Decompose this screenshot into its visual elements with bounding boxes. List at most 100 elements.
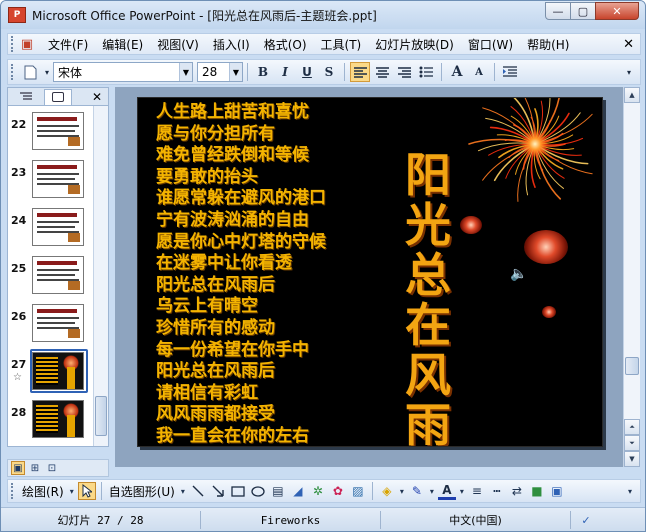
shadow-style-icon[interactable]: ■ (528, 482, 546, 500)
align-left-icon[interactable] (350, 62, 370, 82)
powerpoint-app-icon[interactable]: P (8, 7, 26, 23)
indent-icon[interactable] (500, 62, 520, 82)
status-spelling-icon[interactable]: ✓ (571, 511, 601, 529)
font-color-icon[interactable]: A (437, 482, 456, 500)
previous-slide-icon[interactable]: ⏶ (624, 419, 640, 435)
slide-thumbnail[interactable] (32, 352, 84, 390)
slides-tab-icon[interactable] (44, 88, 72, 105)
textbox-icon[interactable]: ▤ (269, 482, 287, 500)
menu-slideshow[interactable]: 幻灯片放映(D) (368, 36, 461, 53)
close-button[interactable]: ✕ (595, 2, 639, 20)
restore-button[interactable]: ▢ (570, 2, 596, 20)
menu-tools[interactable]: 工具(T) (314, 36, 369, 53)
align-center-icon[interactable] (372, 62, 392, 82)
toolbar-grip[interactable] (11, 36, 15, 52)
new-document-icon[interactable] (20, 62, 40, 82)
outline-tab-icon[interactable] (12, 89, 40, 105)
menu-view[interactable]: 视图(V) (150, 36, 206, 53)
3d-style-icon[interactable]: ▣ (548, 482, 566, 500)
slide-thumbnail-item[interactable]: 28 (8, 396, 94, 442)
toolbar-grip[interactable] (11, 64, 15, 80)
panel-close-button[interactable]: ✕ (92, 90, 102, 104)
slide-thumbnail-item[interactable]: 24 (8, 204, 94, 250)
oval-icon[interactable] (249, 482, 267, 500)
menu-file[interactable]: 文件(F) (41, 36, 95, 53)
rectangle-icon[interactable] (229, 482, 247, 500)
wordart-icon[interactable]: ◢ (289, 482, 307, 500)
menu-help[interactable]: 帮助(H) (520, 36, 576, 53)
sound-icon[interactable]: 🔈 (510, 266, 527, 282)
editor-scroll-thumb[interactable] (625, 357, 639, 375)
document-icon[interactable]: ▣ (19, 36, 35, 52)
slide-editor: 人生路上甜苦和喜忧 愿与你分担所有 难免曾经跌倒和等候 要勇敢的抬头 谁愿常躲在避风的港… (115, 87, 623, 467)
slide-sorter-view-icon[interactable]: ⊞ (28, 461, 42, 475)
poem-text[interactable]: 人生路上甜苦和喜忧 愿与你分担所有 难免曾经跌倒和等候 要勇敢的抬头 谁愿常躲在避风的港… (156, 102, 326, 446)
line-color-icon[interactable]: ✎ (408, 482, 426, 500)
slide-thumbnail-item[interactable]: 23 (8, 156, 94, 202)
slide-thumbnail-item[interactable]: 26 (8, 300, 94, 346)
menu-format[interactable]: 格式(O) (257, 36, 314, 53)
chevron-down-icon[interactable]: ▾ (68, 482, 76, 500)
chevron-down-icon[interactable]: ▼ (229, 63, 242, 81)
line-icon[interactable] (189, 482, 207, 500)
panel-scrollbar[interactable] (93, 106, 108, 446)
draw-menu-button[interactable]: 绘图(R) (22, 483, 64, 500)
fill-color-icon[interactable]: ◈ (378, 482, 396, 500)
slideshow-view-icon[interactable]: ⊡ (45, 461, 59, 475)
toolbar-options-icon[interactable]: ▾ (619, 62, 639, 82)
slide-thumbnail-item[interactable]: 25 (8, 252, 94, 298)
picture-icon[interactable]: ▨ (349, 482, 367, 500)
current-slide[interactable]: 人生路上甜苦和喜忧 愿与你分担所有 难免曾经跌倒和等候 要勇敢的抬头 谁愿常躲在避风的港… (137, 97, 603, 447)
italic-button[interactable]: I (275, 62, 295, 82)
toolbar-grip[interactable] (11, 483, 15, 499)
scroll-down-icon[interactable]: ▼ (624, 451, 640, 467)
clipart-icon[interactable]: ✿ (329, 482, 347, 500)
chevron-down-icon[interactable]: ▾ (398, 482, 406, 500)
scroll-up-icon[interactable]: ▲ (624, 87, 640, 103)
bold-button[interactable]: B (253, 62, 273, 82)
chevron-down-icon[interactable]: ▼ (179, 63, 192, 81)
slide-thumbnail-item[interactable]: 27 ☆ (8, 348, 94, 394)
poem-line: 要勇敢的抬头 (156, 166, 258, 187)
dash-style-icon[interactable]: ┅ (488, 482, 506, 500)
panel-scroll-thumb[interactable] (95, 396, 107, 436)
decrease-font-size-button[interactable]: A (469, 62, 489, 82)
line-style-icon[interactable]: ≡ (468, 482, 486, 500)
minimize-button[interactable]: — (545, 2, 571, 20)
arrow-icon[interactable] (209, 482, 227, 500)
status-language[interactable]: 中文(中国) (381, 511, 571, 529)
menu-edit[interactable]: 编辑(E) (95, 36, 150, 53)
slide-thumbnail[interactable] (32, 256, 84, 294)
chevron-down-icon[interactable]: ▾ (428, 482, 436, 500)
slide-thumbnail[interactable] (32, 400, 84, 438)
underline-button[interactable]: U (297, 62, 317, 82)
normal-view-icon[interactable]: ▣ (11, 461, 25, 475)
next-slide-icon[interactable]: ⏷ (624, 435, 640, 451)
slide-title[interactable]: 阳光总在风雨后 (396, 150, 460, 446)
align-right-icon[interactable] (394, 62, 414, 82)
slide-thumbnail-item[interactable]: 22 (8, 108, 94, 154)
arrow-style-icon[interactable]: ⇄ (508, 482, 526, 500)
slide-thumbnail[interactable] (32, 208, 84, 246)
chevron-down-icon[interactable]: ▾ (458, 482, 466, 500)
menu-window[interactable]: 窗口(W) (461, 36, 520, 53)
slide-thumbnail[interactable] (32, 304, 84, 342)
font-size-combo[interactable]: 28 ▼ (197, 62, 243, 82)
slide-thumbnail[interactable] (32, 160, 84, 198)
bullets-icon[interactable] (416, 62, 436, 82)
menu-insert[interactable]: 插入(I) (206, 36, 257, 53)
shadow-button[interactable]: S (319, 62, 339, 82)
document-close-button[interactable]: ✕ (623, 37, 634, 52)
toolbar-dropdown-icon[interactable]: ▾ (42, 62, 52, 82)
autoshapes-menu-button[interactable]: 自选图形(U) (109, 483, 175, 500)
menu-bar: ▣ 文件(F) 编辑(E) 视图(V) 插入(I) 格式(O) 工具(T) 幻灯… (7, 33, 641, 55)
slide-thumbnail[interactable] (32, 112, 84, 150)
slide-number: 23 (11, 166, 27, 179)
toolbar-options-icon[interactable]: ▾ (621, 482, 639, 500)
select-objects-icon[interactable] (77, 482, 96, 500)
chevron-down-icon[interactable]: ▾ (179, 482, 187, 500)
editor-scrollbar[interactable]: ▲ ⏶ ⏷ ▼ (623, 87, 640, 467)
diagram-icon[interactable]: ✲ (309, 482, 327, 500)
increase-font-size-button[interactable]: A (447, 62, 467, 82)
font-name-combo[interactable]: 宋体 ▼ (53, 62, 193, 82)
